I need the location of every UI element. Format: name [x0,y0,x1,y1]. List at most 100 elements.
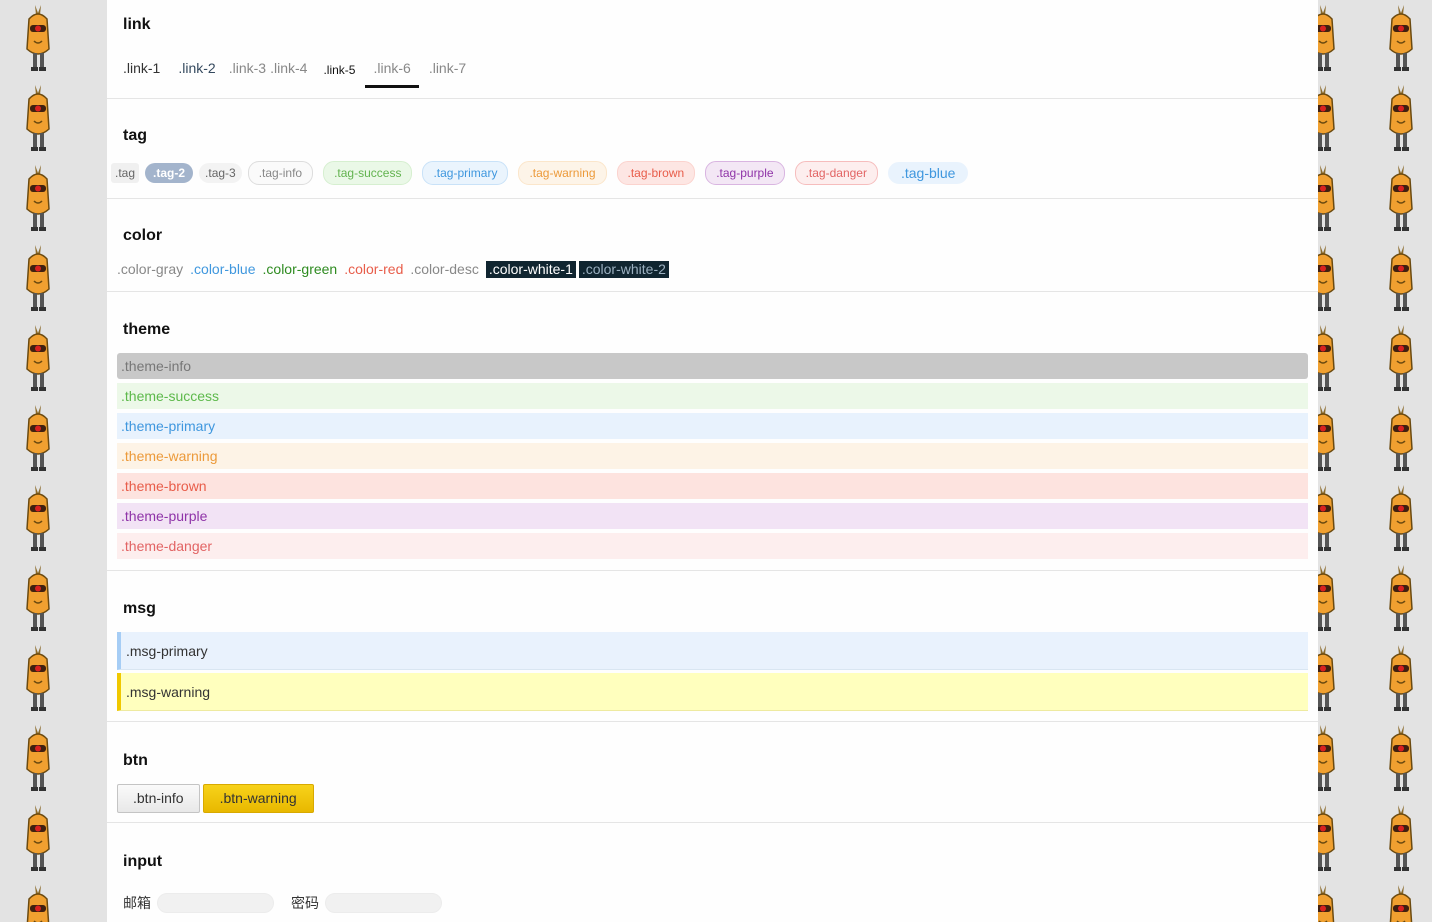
password-field[interactable] [325,893,442,913]
theme-danger-bar: .theme-danger [117,533,1308,559]
tag-danger: .tag-danger [794,161,878,185]
email-label: 邮箱 [123,895,151,911]
theme-warning-bar: .theme-warning [117,443,1308,469]
section-title-link: link [123,16,151,33]
mascot-decoration-icon [21,163,55,233]
tag-success: .tag-success [323,161,413,185]
mascot-decoration-icon [1384,3,1418,73]
color-desc-sample: .color-desc [410,261,479,277]
mascot-decoration-icon [21,83,55,153]
section-title-theme: theme [123,321,171,338]
color-green-sample: .color-green [262,261,338,277]
tag-3: .tag-3 [199,163,242,183]
link-2[interactable]: .link-2 [172,50,221,88]
section-title-color: color [123,227,163,244]
link-7[interactable]: .link-7 [423,50,472,88]
section-title-btn: btn [123,752,148,769]
msg-section: msg .msg-primary .msg-warning [107,571,1318,722]
mascot-decoration-icon [21,3,55,73]
theme-section: theme .theme-info .theme-success .theme-… [107,292,1318,571]
btn-row: .btn-info .btn-warning [117,784,1308,813]
email-field[interactable] [157,893,274,913]
input-section: input 邮箱 密码 [107,823,1318,922]
btn-section: btn .btn-info .btn-warning [107,722,1318,823]
link-5[interactable]: .link-5 [317,50,361,88]
link-section: link .link-1 .link-2 .link-3 .link-4 .li… [107,0,1318,99]
color-blue-sample: .color-blue [190,261,256,277]
theme-info-bar: .theme-info [117,353,1308,379]
msg-list: .msg-primary .msg-warning [117,632,1308,711]
mascot-decoration-icon [21,483,55,553]
mascot-decoration-icon [21,403,55,473]
mascot-decoration-icon [1318,883,1340,922]
mascot-decoration-icon [1318,803,1340,873]
input-row: 邮箱 密码 [117,893,1308,913]
color-row: .color-gray .color-blue .color-green .co… [117,261,1308,278]
theme-success-bar: .theme-success [117,383,1308,409]
theme-purple-bar: .theme-purple [117,503,1308,529]
tag-default: .tag [111,163,140,183]
btn-info-button[interactable]: .btn-info [117,784,200,813]
password-label: 密码 [291,895,319,911]
color-red-sample: .color-red [344,261,404,277]
tag-purple: .tag-purple [705,161,785,185]
mascot-decoration-icon [1384,483,1418,553]
mascot-decoration-icon [1318,643,1340,713]
link-1[interactable]: .link-1 [117,50,166,88]
tag-info: .tag-info [247,161,314,185]
mascot-decoration-icon [21,803,55,873]
mascot-decoration-icon [1318,483,1340,553]
mascot-decoration-icon [21,723,55,793]
theme-brown-bar: .theme-brown [117,473,1308,499]
mascot-decoration-icon [1318,563,1340,633]
color-section: color .color-gray .color-blue .color-gre… [107,199,1318,292]
link-row: .link-1 .link-2 .link-3 .link-4 .link-5 … [117,50,1308,88]
main-panel: link .link-1 .link-2 .link-3 .link-4 .li… [107,0,1318,922]
tag-blue: .tag-blue [887,162,969,184]
link-6-active[interactable]: .link-6 [365,50,419,88]
background-pattern-left [0,0,107,922]
mascot-decoration-icon [1384,643,1418,713]
tag-row: .tag .tag-2 .tag-3 .tag-info .tag-succes… [111,161,1308,185]
mascot-decoration-icon [1318,3,1340,73]
mascot-decoration-icon [1384,803,1418,873]
mascot-decoration-icon [1318,163,1340,233]
mascot-decoration-icon [1384,83,1418,153]
theme-list: .theme-info .theme-success .theme-primar… [117,353,1308,559]
msg-warning-box: .msg-warning [117,673,1308,711]
tag-2: .tag-2 [145,163,194,183]
mascot-decoration-icon [1384,563,1418,633]
mascot-decoration-icon [21,563,55,633]
mascot-decoration-icon [21,643,55,713]
mascot-decoration-icon [21,323,55,393]
mascot-decoration-icon [1384,243,1418,313]
link-4[interactable]: .link-4 [268,50,313,88]
mascot-decoration-icon [1384,403,1418,473]
btn-warning-button[interactable]: .btn-warning [202,784,314,813]
mascot-decoration-icon [1384,323,1418,393]
link-3[interactable]: .link-3 [223,50,268,88]
tag-primary: .tag-primary [422,161,509,185]
tag-warning: .tag-warning [518,161,607,185]
mascot-decoration-icon [1384,723,1418,793]
color-white-1-sample: .color-white-1 [485,261,576,278]
section-title-tag: tag [123,127,147,144]
theme-primary-bar: .theme-primary [117,413,1308,439]
mascot-decoration-icon [1384,163,1418,233]
mascot-decoration-icon [21,883,55,922]
tag-section: tag .tag .tag-2 .tag-3 .tag-info .tag-su… [107,99,1318,199]
tag-brown: .tag-brown [616,161,696,185]
msg-primary-box: .msg-primary [117,632,1308,670]
color-gray-sample: .color-gray [117,261,184,277]
color-white-2-sample: .color-white-2 [578,261,669,278]
mascot-decoration-icon [1318,403,1340,473]
mascot-decoration-icon [1318,323,1340,393]
mascot-decoration-icon [1318,243,1340,313]
mascot-decoration-icon [1384,883,1418,922]
section-title-msg: msg [123,600,156,617]
mascot-decoration-icon [21,243,55,313]
mascot-decoration-icon [1318,723,1340,793]
background-pattern-right [1318,0,1432,922]
section-title-input: input [123,853,163,870]
mascot-decoration-icon [1318,83,1340,153]
